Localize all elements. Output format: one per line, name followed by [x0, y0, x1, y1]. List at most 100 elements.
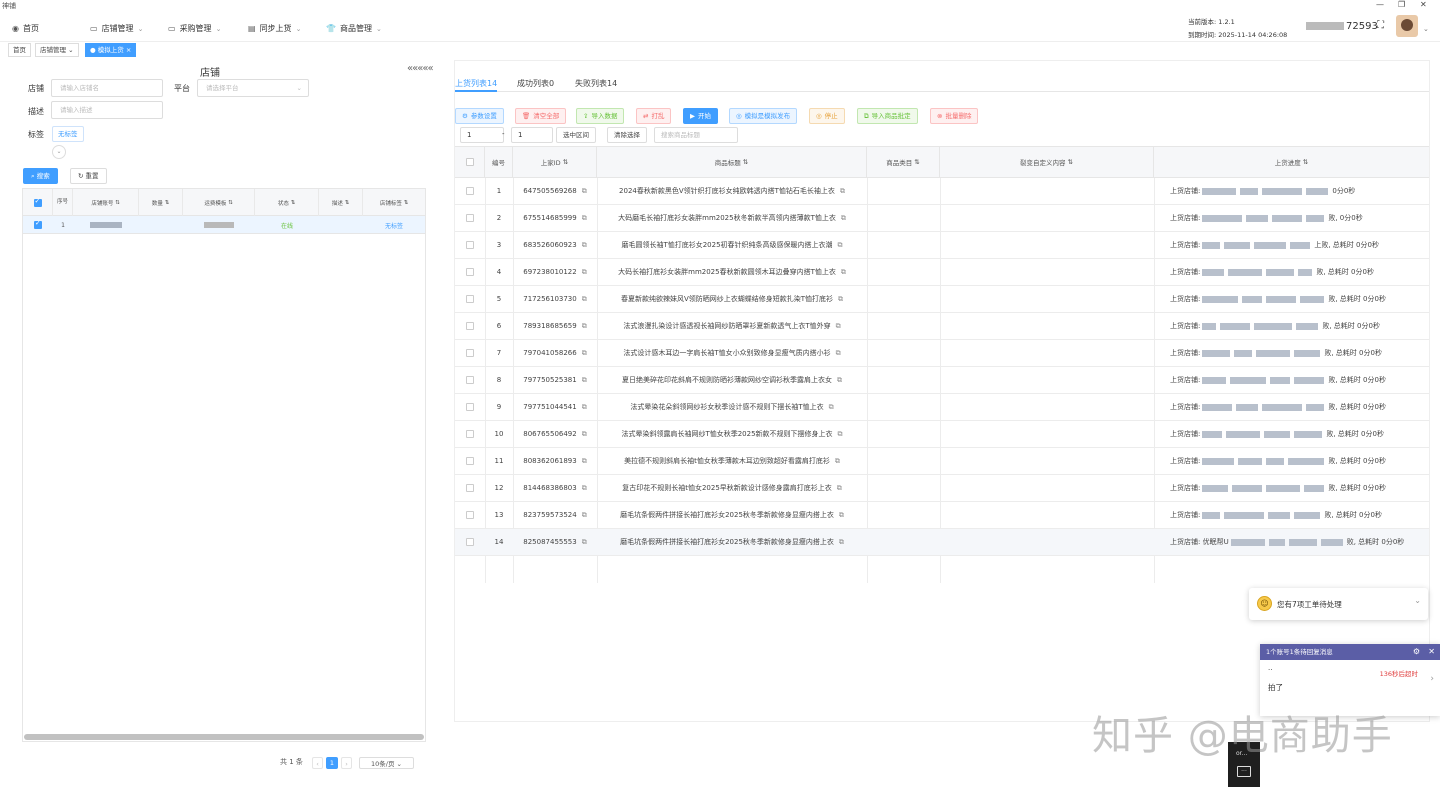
- table-row[interactable]: 5 717256103730 ⧉ 春夏新款纯欲辣妹风V领防晒网纱上衣蝴蝶结修身短款扎染…: [455, 286, 1429, 313]
- action-button-4[interactable]: ▶ 开始: [683, 108, 718, 124]
- action-button-6[interactable]: ◎ 停止: [809, 108, 845, 124]
- row-checkbox-cell[interactable]: [23, 216, 53, 234]
- col-description[interactable]: 描述 ⇅: [319, 189, 363, 216]
- avatar[interactable]: [1396, 15, 1418, 37]
- row-checkbox-cell[interactable]: [455, 286, 485, 312]
- close-icon[interactable]: ×: [126, 46, 131, 54]
- table-row[interactable]: 14 825087455553 ⧉ 磨毛坑条假两件拼接长袖打底衫女2025秋冬季新款修…: [455, 529, 1429, 556]
- copy-icon[interactable]: ⧉: [582, 511, 587, 520]
- col-shop-account[interactable]: 店铺账号 ⇅: [73, 189, 139, 216]
- row-checkbox[interactable]: [466, 484, 474, 492]
- tag-shop-management[interactable]: 店铺管理 ⌄: [35, 43, 79, 57]
- table-row[interactable]: 13 823759573524 ⧉ 磨毛坑条假两件拼接长袖打底衫女2025秋冬季新款修…: [455, 502, 1429, 529]
- copy-icon[interactable]: ⧉: [838, 430, 843, 439]
- shop-input[interactable]: 请输入店铺名: [51, 79, 163, 97]
- copy-icon[interactable]: ⧉: [840, 187, 845, 196]
- row-checkbox-cell[interactable]: [455, 232, 485, 258]
- row-checkbox-cell[interactable]: [455, 367, 485, 393]
- ticket-notification[interactable]: ☺ 您有7项工单待处理 ⌄: [1249, 588, 1428, 620]
- select-all-checkbox[interactable]: [465, 158, 474, 166]
- action-button-5[interactable]: ◎ 模拟是模拟发布: [729, 108, 798, 124]
- tab-listing[interactable]: 上货列表14: [455, 78, 497, 89]
- action-button-8[interactable]: ⊗ 批量删除: [930, 108, 979, 124]
- row-checkbox-cell[interactable]: [455, 205, 485, 231]
- select-all-cell[interactable]: [455, 147, 485, 177]
- next-page-icon[interactable]: ›: [341, 757, 352, 769]
- clear-selection-button[interactable]: 清除选择: [607, 127, 647, 143]
- copy-icon[interactable]: ⧉: [582, 538, 587, 547]
- table-row[interactable]: 10 806765506492 ⧉ 法式晕染斜领露肩长袖网纱T恤女秋季2025新款不规…: [455, 421, 1429, 448]
- copy-icon[interactable]: ⧉: [582, 268, 587, 277]
- collapse-icon[interactable]: «««««: [407, 63, 434, 74]
- copy-icon[interactable]: ⧉: [841, 214, 846, 223]
- copy-icon[interactable]: ⧉: [837, 376, 842, 385]
- chat-icon[interactable]: ···: [1237, 766, 1251, 777]
- col-shipping-template[interactable]: 运费模板 ⇅: [183, 189, 255, 216]
- platform-select[interactable]: 请选择平台 ⌄: [197, 79, 309, 97]
- copy-icon[interactable]: ⧉: [837, 484, 842, 493]
- row-checkbox[interactable]: [466, 376, 474, 384]
- copy-icon[interactable]: ⧉: [582, 295, 587, 304]
- row-checkbox-cell[interactable]: [455, 448, 485, 474]
- copy-icon[interactable]: ⧉: [836, 322, 841, 331]
- copy-icon[interactable]: ⧉: [829, 403, 834, 412]
- table-row[interactable]: 6 789318685659 ⧉ 法式浪漫扎染设计感透视长袖网纱防晒罩衫夏新款透气上衣…: [455, 313, 1429, 340]
- table-row[interactable]: 11 808362061893 ⧉ 美拉德不规则斜肩长袖t恤女秋季薄款木耳边别致超好看…: [455, 448, 1429, 475]
- row-checkbox[interactable]: [466, 214, 474, 222]
- col-status[interactable]: 状态 ⇅: [255, 189, 319, 216]
- table-row[interactable]: 1 647505569268 ⧉ 2024春秋新款黑色V领针织打底衫女纯欧韩透内搭T恤…: [455, 178, 1429, 205]
- select-all-checkbox[interactable]: [33, 197, 42, 207]
- table-row[interactable]: 7 797041058266 ⧉ 法式设计感木耳边一字肩长袖T恤女小众别致修身显瘦气质…: [455, 340, 1429, 367]
- tag-home[interactable]: 首页: [8, 43, 31, 57]
- row-checkbox[interactable]: [466, 538, 474, 546]
- row-checkbox-cell[interactable]: [455, 529, 485, 555]
- select-range-button[interactable]: 选中区间: [556, 127, 596, 143]
- row-checkbox-cell[interactable]: [455, 475, 485, 501]
- horizontal-scrollbar[interactable]: [24, 734, 424, 740]
- fullscreen-icon[interactable]: ⛶: [1377, 20, 1384, 31]
- action-button-1[interactable]: 🗑 清空全部: [515, 108, 567, 124]
- row-checkbox[interactable]: [466, 241, 474, 249]
- chevron-right-icon[interactable]: ›: [1430, 674, 1434, 684]
- col-category[interactable]: 商品类目 ⇅: [867, 147, 940, 177]
- range-from-input[interactable]: 1: [460, 127, 504, 143]
- search-title-input[interactable]: 搜索商品标题: [654, 127, 738, 143]
- action-button-2[interactable]: ⇪ 导入数据: [576, 108, 625, 124]
- user-account[interactable]: 72593: [1306, 21, 1378, 32]
- no-tag-button[interactable]: 无标签: [52, 126, 84, 142]
- minimize-icon[interactable]: —: [1376, 0, 1384, 9]
- row-checkbox-cell[interactable]: [455, 259, 485, 285]
- copy-icon[interactable]: ⧉: [838, 241, 843, 250]
- chevron-down-icon[interactable]: ⌄: [1423, 25, 1429, 33]
- menu-home[interactable]: ◉ 首页: [12, 23, 39, 34]
- copy-icon[interactable]: ⧉: [582, 322, 587, 331]
- prev-page-icon[interactable]: ‹: [312, 757, 323, 769]
- copy-icon[interactable]: ⧉: [582, 349, 587, 358]
- page-number[interactable]: 1: [326, 757, 338, 769]
- copy-icon[interactable]: ⧉: [841, 268, 846, 277]
- row-checkbox[interactable]: [466, 511, 474, 519]
- row-checkbox-cell[interactable]: [455, 313, 485, 339]
- row-checkbox-cell[interactable]: [455, 421, 485, 447]
- copy-icon[interactable]: ⧉: [835, 457, 840, 466]
- row-checkbox[interactable]: [466, 187, 474, 195]
- row-checkbox[interactable]: [466, 430, 474, 438]
- row-checkbox[interactable]: [466, 322, 474, 330]
- col-shop-tag[interactable]: 店铺标签 ⇅: [363, 189, 425, 216]
- copy-icon[interactable]: ⧉: [582, 457, 587, 466]
- row-checkbox[interactable]: [466, 403, 474, 411]
- reset-button[interactable]: ↻ 重置: [70, 168, 107, 184]
- copy-icon[interactable]: ⧉: [582, 187, 587, 196]
- select-all-cell[interactable]: [23, 189, 53, 216]
- col-supplier-id[interactable]: 上家ID ⇅: [513, 147, 597, 177]
- chevron-down-icon[interactable]: ⌄: [1414, 596, 1421, 605]
- tag-mock-listing[interactable]: ● 模拟上货 ×: [85, 43, 137, 57]
- copy-icon[interactable]: ⧉: [582, 430, 587, 439]
- row-checkbox-cell[interactable]: [455, 178, 485, 204]
- action-button-3[interactable]: ⇄ 打乱: [636, 108, 672, 124]
- row-checkbox[interactable]: [34, 219, 42, 229]
- copy-icon[interactable]: ⧉: [836, 349, 841, 358]
- row-checkbox[interactable]: [466, 295, 474, 303]
- menu-product-management[interactable]: 👕 商品管理 ⌄: [326, 23, 382, 34]
- close-icon[interactable]: ✕: [1428, 644, 1435, 660]
